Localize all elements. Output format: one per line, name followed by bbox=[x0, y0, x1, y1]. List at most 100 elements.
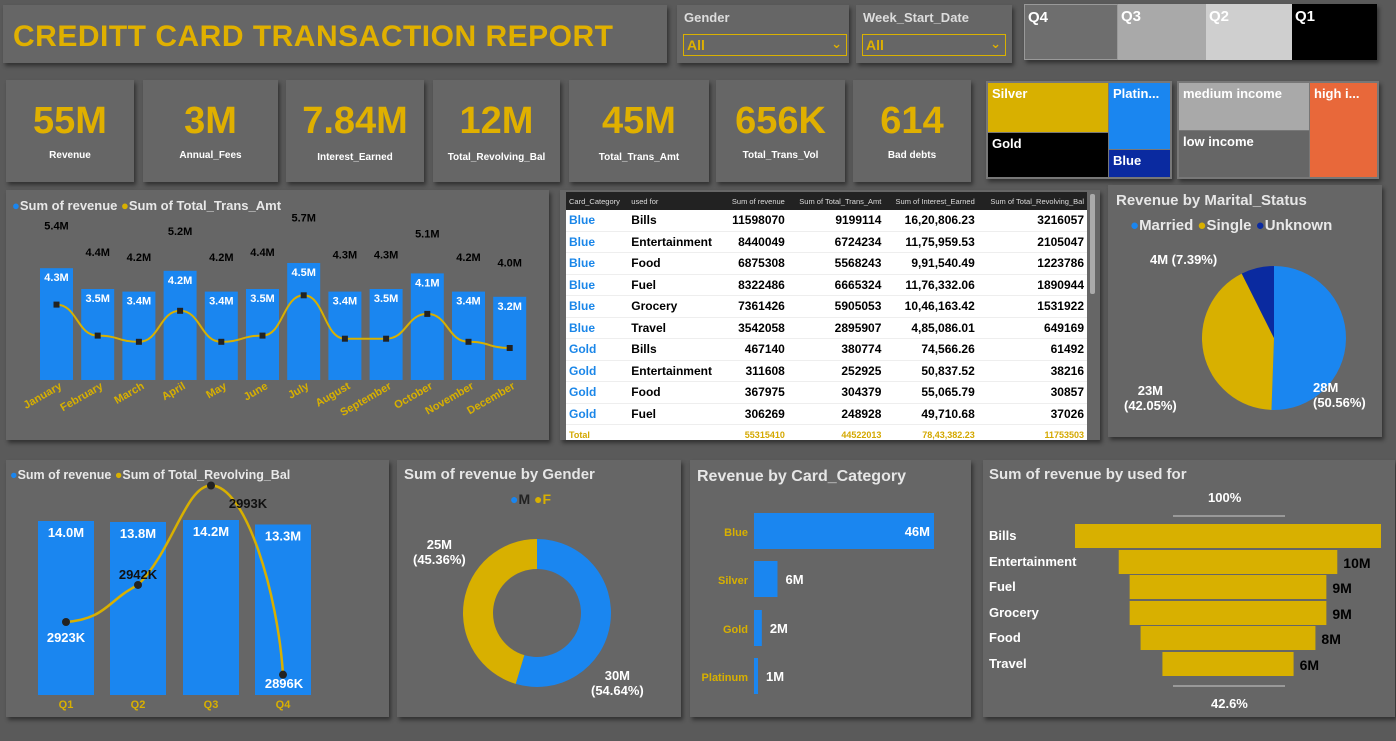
table-row[interactable]: Blue Bills 11598070 9199114 16,20,806.23 3216… bbox=[566, 210, 1087, 232]
gender-dropdown[interactable]: All ⌄ bbox=[683, 34, 847, 56]
quarter-q1-button[interactable]: Q1 bbox=[1292, 4, 1377, 60]
table-row[interactable]: Blue Fuel 8322486 6665324 11,76,332.06 189094… bbox=[566, 274, 1087, 296]
treemap-silver[interactable]: Silver bbox=[988, 83, 1108, 132]
card-category-bar[interactable] bbox=[754, 610, 762, 646]
single-value: 23M bbox=[1137, 383, 1164, 398]
funnel-value: 8M bbox=[1321, 631, 1340, 647]
treemap-low-income[interactable]: low income bbox=[1179, 131, 1309, 177]
quarter-revenue-label: 14.2M bbox=[193, 524, 229, 539]
quarter-q4-button[interactable]: Q4 bbox=[1024, 4, 1118, 60]
table-header-cell[interactable]: Sum of revenue bbox=[723, 192, 788, 210]
table-cell: Blue bbox=[566, 295, 629, 318]
female-value: 25M bbox=[426, 537, 453, 552]
revolving-bal-point[interactable] bbox=[134, 580, 142, 589]
month-tick-label: February bbox=[58, 380, 106, 414]
table-row[interactable]: Blue Food 6875308 5568243 9,91,540.49 1223786 bbox=[566, 252, 1087, 275]
revolving-bal-label: 2942K bbox=[119, 567, 158, 582]
table-cell: 61492 bbox=[977, 338, 1087, 361]
funnel-bar[interactable] bbox=[1118, 550, 1338, 574]
funnel-bar[interactable] bbox=[1162, 652, 1294, 676]
table-cell: Food bbox=[628, 381, 724, 404]
treemap-blue[interactable]: Blue bbox=[1109, 150, 1170, 177]
trans-amt-bar[interactable] bbox=[40, 268, 73, 380]
trans-amt-bar[interactable] bbox=[287, 263, 321, 380]
quarter-chart-plot: 14.0M Q1 13.8M Q2 14.2M Q3 13.3M Q4 2923K 2942K 29… bbox=[38, 481, 311, 711]
table-row[interactable]: Gold Fuel 306269 248928 49,710.68 37026 bbox=[566, 403, 1087, 425]
quarter-revenue-bar[interactable] bbox=[183, 520, 239, 695]
funnel-bar[interactable] bbox=[1075, 524, 1381, 548]
table-total-row: Total 55315410 44522013 78,43,382.23 1175350… bbox=[566, 424, 1087, 440]
table-row[interactable]: Blue Entertainment 8440049 6724234 11,75,959… bbox=[566, 231, 1087, 253]
revenue-point[interactable] bbox=[300, 292, 307, 299]
treemap-high-income[interactable]: high i... bbox=[1310, 83, 1377, 177]
table-header-cell[interactable]: Sum of Interest_Earned bbox=[884, 192, 978, 210]
funnel-bar[interactable] bbox=[1129, 575, 1327, 599]
revenue-point[interactable] bbox=[53, 301, 60, 308]
table-cell: 467140 bbox=[723, 338, 788, 361]
revenue-label: 4.4M bbox=[250, 247, 274, 259]
table-cell: 50,837.52 bbox=[884, 360, 978, 382]
card-category-value: 6M bbox=[785, 572, 803, 587]
table-row[interactable]: Gold Food 367975 304379 55,065.79 30857 bbox=[566, 381, 1087, 404]
table-row[interactable]: Blue Grocery 7361426 5905053 10,46,163.42 153… bbox=[566, 295, 1087, 318]
table-row[interactable]: Gold Entertainment 311608 252925 50,837.52 38… bbox=[566, 360, 1087, 382]
revolving-bal-label: 2993K bbox=[229, 496, 268, 511]
married-value: 28M bbox=[1313, 380, 1339, 395]
funnel-bar[interactable] bbox=[1129, 601, 1327, 625]
table-cell: Travel bbox=[628, 317, 724, 339]
table-row[interactable]: Gold Bills 467140 380774 74,566.26 61492 bbox=[566, 338, 1087, 361]
table-cell: Blue bbox=[566, 252, 629, 275]
card-category-bars: Blue 46M Silver 6M Gold 2M Platinum 1M bbox=[702, 513, 934, 694]
page-title: CREDITT CARD TRANSACTION REPORT bbox=[13, 20, 614, 53]
revenue-label: 4.0M bbox=[497, 257, 521, 269]
table-cell: 367975 bbox=[723, 381, 788, 404]
revenue-point[interactable] bbox=[341, 335, 348, 342]
revenue-point[interactable] bbox=[465, 338, 472, 345]
quarter-tick-label: Q1 bbox=[59, 699, 74, 711]
unknown-label: 4M (7.39%) bbox=[1150, 252, 1218, 267]
treemap-medium-income[interactable]: medium income bbox=[1179, 83, 1309, 130]
funnel-category-label: Travel bbox=[989, 656, 1027, 671]
revenue-label: 5.1M bbox=[415, 228, 439, 240]
kpi-bad-debts: 614 Bad debts bbox=[853, 80, 971, 182]
table-cell: 1223786 bbox=[977, 252, 1087, 275]
revenue-point[interactable] bbox=[135, 338, 142, 345]
table-header-cell[interactable]: used for bbox=[628, 192, 724, 210]
table-header-cell[interactable]: Sum of Total_Trans_Amt bbox=[787, 192, 885, 210]
revenue-point[interactable] bbox=[506, 345, 513, 351]
week-dropdown[interactable]: All ⌄ bbox=[862, 34, 1006, 56]
quarter-q3-button[interactable]: Q3 bbox=[1118, 4, 1206, 60]
quarter-q2-button[interactable]: Q2 bbox=[1206, 4, 1292, 60]
treemap-gold[interactable]: Gold bbox=[988, 133, 1108, 177]
table-cell: Grocery bbox=[628, 295, 724, 318]
quarter-revenue-bar[interactable] bbox=[110, 522, 166, 695]
treemap-platinum[interactable]: Platin... bbox=[1109, 83, 1170, 149]
funnel-bar[interactable] bbox=[1140, 626, 1316, 650]
card-category-bar[interactable] bbox=[754, 561, 778, 597]
table-scrollbar[interactable] bbox=[1090, 194, 1095, 294]
card-category-bar[interactable] bbox=[754, 658, 758, 694]
funnel-category-label: Grocery bbox=[989, 605, 1040, 620]
table-header-cell[interactable]: Sum of Total_Revolving_Bal bbox=[977, 192, 1087, 210]
marital-status-chart: Revenue by Marital_Status ●Married ●Sing… bbox=[1108, 185, 1382, 437]
kpi-label: Total_Trans_Vol bbox=[742, 150, 819, 161]
table-row[interactable]: Blue Travel 3542058 2895907 4,85,086.01 64916… bbox=[566, 317, 1087, 339]
trans-amt-label: 4.5M bbox=[291, 267, 315, 279]
revenue-point[interactable] bbox=[218, 338, 225, 345]
revenue-label: 5.2M bbox=[168, 226, 192, 238]
funnel-category-label: Entertainment bbox=[989, 554, 1077, 569]
table-header-cell[interactable]: Card_Category bbox=[566, 192, 629, 210]
revenue-point[interactable] bbox=[383, 335, 390, 342]
revolving-bal-point[interactable] bbox=[62, 618, 70, 626]
revenue-label: 5.4M bbox=[44, 220, 68, 232]
trans-amt-bar[interactable] bbox=[163, 270, 197, 380]
revenue-point[interactable] bbox=[177, 307, 184, 314]
revenue-point[interactable] bbox=[94, 332, 101, 339]
revenue-point[interactable] bbox=[424, 310, 431, 317]
quarter-revenue-bar[interactable] bbox=[38, 521, 94, 695]
revolving-bal-point[interactable] bbox=[207, 481, 215, 490]
card-category-treemap: Silver Platin... Gold Blue bbox=[986, 81, 1172, 179]
revenue-point[interactable] bbox=[259, 332, 266, 339]
quarter-tick-label: Q4 bbox=[276, 699, 292, 711]
kpi-value: 7.84M bbox=[302, 100, 408, 142]
